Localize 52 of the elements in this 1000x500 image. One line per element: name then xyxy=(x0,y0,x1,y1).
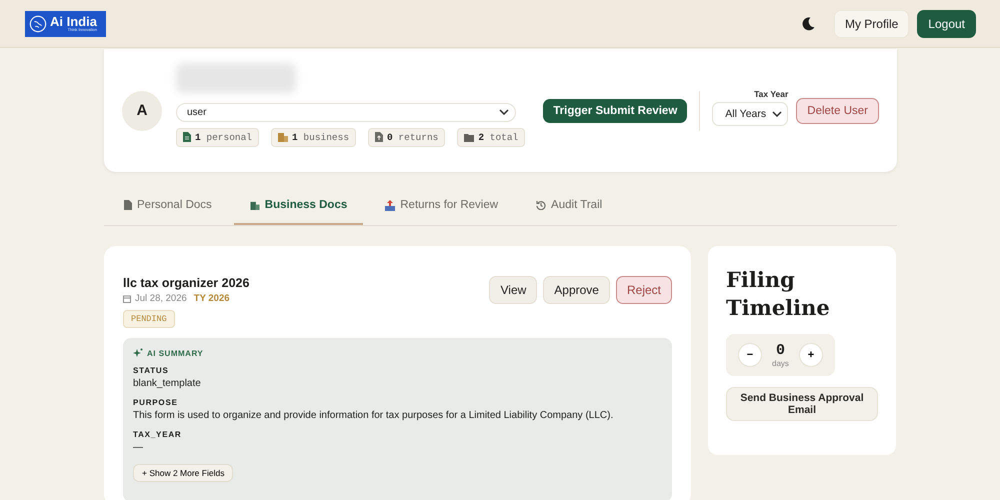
action-button[interactable]: View xyxy=(489,276,538,304)
globe-icon xyxy=(29,14,47,32)
document-icon xyxy=(375,132,384,142)
calendar-icon xyxy=(123,294,131,302)
tab[interactable]: Returns for Review xyxy=(369,188,514,225)
inbox-upload-icon xyxy=(385,200,396,210)
tab[interactable]: Personal Docs xyxy=(108,188,228,225)
action-button[interactable]: Approve xyxy=(543,276,610,304)
increment-button[interactable]: + xyxy=(798,343,823,367)
stat-chip: 1 personal xyxy=(176,128,260,146)
show-more-button[interactable]: + Show 2 More Fields xyxy=(133,464,234,482)
stat-chip: 0 returns xyxy=(368,128,446,146)
profile-button[interactable]: My Profile xyxy=(834,10,910,38)
stat-chip: 1 business xyxy=(271,128,356,146)
tab[interactable]: Audit Trail xyxy=(520,188,618,225)
delete-user-button[interactable]: Delete User xyxy=(796,98,879,124)
moon-icon[interactable] xyxy=(800,16,816,32)
tax-year-label: Tax Year xyxy=(754,89,788,99)
building-icon xyxy=(250,200,260,210)
field-label: STATUS xyxy=(133,366,169,375)
field-label: PURPOSE xyxy=(133,398,178,407)
decrement-button[interactable]: − xyxy=(738,343,762,367)
chevron-down-icon xyxy=(499,109,509,115)
document-icon xyxy=(124,200,132,210)
logo-text: Ai India xyxy=(50,15,97,28)
document-icon xyxy=(183,132,191,142)
tab[interactable]: Business Docs xyxy=(234,188,364,225)
document-title: llc tax organizer 2026 xyxy=(123,276,250,290)
timeline-title: Filing Timeline xyxy=(726,266,831,322)
day-count: 0 xyxy=(776,342,785,359)
field-label: TAX_YEAR xyxy=(133,430,182,439)
tax-year-tag: TY 2026 xyxy=(194,293,230,304)
field-value: blank_template xyxy=(133,378,201,389)
reject-button[interactable]: Reject xyxy=(616,276,672,304)
field-value: This form is used to organize and provide information for tax purposes for a Limited Liability Company (LLC). xyxy=(133,410,614,421)
send-email-button[interactable]: Send Business Approval Email xyxy=(726,387,878,421)
summary-heading: AI SUMMARY xyxy=(147,348,204,358)
chevron-down-icon xyxy=(772,111,782,117)
document-date: Jul 28, 2026 xyxy=(135,293,187,304)
avatar: A xyxy=(122,90,162,130)
sparkle-icon xyxy=(133,348,143,358)
status-badge: PENDING xyxy=(123,310,175,328)
building-icon xyxy=(278,132,288,142)
folder-icon xyxy=(464,132,474,142)
logout-button[interactable]: Logout xyxy=(917,10,976,38)
stat-chip: 2 total xyxy=(457,128,526,146)
day-unit: days xyxy=(772,359,789,368)
trigger-review-button[interactable]: Trigger Submit Review xyxy=(543,98,688,122)
tax-year-select[interactable]: All Years xyxy=(712,102,788,126)
history-icon xyxy=(536,200,546,210)
field-value: — xyxy=(133,442,143,453)
role-select[interactable]: user xyxy=(176,102,516,122)
